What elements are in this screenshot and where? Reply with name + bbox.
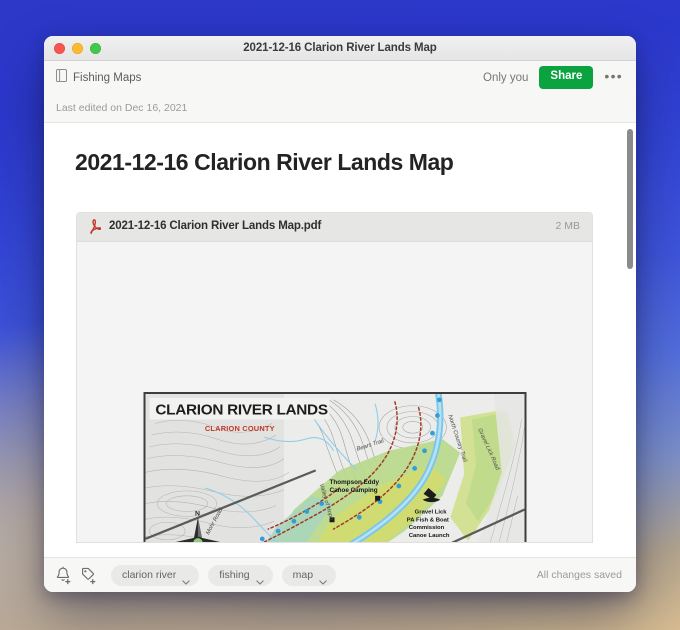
share-button[interactable]: Share bbox=[539, 66, 594, 89]
chevron-down-icon bbox=[255, 572, 264, 585]
app-window: 2021-12-16 Clarion River Lands Map Fishi… bbox=[44, 36, 636, 592]
zoom-button[interactable] bbox=[90, 42, 101, 54]
save-status-label: All changes saved bbox=[536, 569, 622, 581]
breadcrumb[interactable]: Fishing Maps bbox=[56, 68, 142, 87]
desktop-wallpaper: 2021-12-16 Clarion River Lands Map Fishi… bbox=[0, 0, 680, 630]
svg-text:Gravel Lick: Gravel Lick bbox=[414, 509, 447, 515]
window-title: 2021-12-16 Clarion River Lands Map bbox=[243, 42, 437, 54]
bottom-toolbar: clarion river fishing map All changes sa… bbox=[44, 557, 636, 592]
document-scroll-area[interactable]: 2021-12-16 Clarion River Lands Map 2021-… bbox=[44, 123, 636, 557]
bell-plus-icon[interactable] bbox=[55, 566, 72, 585]
document-page-icon bbox=[56, 68, 67, 87]
svg-text:PA Fish & Boat: PA Fish & Boat bbox=[406, 517, 448, 523]
pdf-filename: 2021-12-16 Clarion River Lands Map.pdf bbox=[109, 220, 322, 233]
last-edited-label: Last edited on Dec 16, 2021 bbox=[56, 102, 188, 114]
tag-plus-icon[interactable] bbox=[80, 566, 97, 585]
svg-text:Canoe Camping: Canoe Camping bbox=[329, 487, 377, 494]
vertical-scrollbar[interactable] bbox=[625, 125, 634, 555]
tag-chip-list: clarion river fishing map bbox=[111, 564, 337, 586]
pdf-filesize: 2 MB bbox=[555, 220, 580, 233]
tag-chip-map[interactable]: map bbox=[281, 564, 337, 586]
pdf-preview-page: N CLARION RIVER LANDS CLARION COUNTY Tho… bbox=[77, 241, 592, 542]
svg-text:Commission: Commission bbox=[408, 525, 444, 531]
chevron-down-icon bbox=[319, 572, 327, 585]
toolbar-actions: Only you Share ••• bbox=[483, 66, 623, 89]
app-toolbar: Fishing Maps Only you Share ••• bbox=[44, 61, 636, 94]
scrollbar-thumb[interactable] bbox=[626, 129, 633, 269]
window-titlebar[interactable]: 2021-12-16 Clarion River Lands Map bbox=[44, 36, 636, 61]
map-title-text: CLARION RIVER LANDS bbox=[155, 401, 328, 418]
document-content: 2021-12-16 Clarion River Lands Map 2021-… bbox=[44, 123, 636, 543]
map-image: N CLARION RIVER LANDS CLARION COUNTY Tho… bbox=[143, 391, 526, 542]
window-controls bbox=[44, 42, 101, 54]
tag-chip-clarion-river[interactable]: clarion river bbox=[111, 564, 200, 586]
chevron-down-icon bbox=[182, 572, 191, 585]
tag-chip-fishing[interactable]: fishing bbox=[208, 564, 273, 586]
tag-chip-label: fishing bbox=[219, 568, 250, 581]
close-button[interactable] bbox=[54, 42, 65, 54]
tag-chip-label: clarion river bbox=[122, 568, 177, 581]
page-title: 2021-12-16 Clarion River Lands Map bbox=[75, 149, 454, 175]
map-county-text: CLARION COUNTY bbox=[204, 424, 274, 433]
more-options-button[interactable]: ••• bbox=[604, 69, 623, 87]
svg-text:Canoe Launch: Canoe Launch bbox=[408, 533, 449, 539]
tag-chip-label: map bbox=[292, 568, 314, 581]
breadcrumb-label: Fishing Maps bbox=[73, 71, 142, 84]
privacy-label[interactable]: Only you bbox=[483, 72, 528, 84]
map-graphic: N CLARION RIVER LANDS CLARION COUNTY Tho… bbox=[145, 393, 524, 542]
metadata-row: Last edited on Dec 16, 2021 bbox=[44, 94, 636, 123]
pdf-attachment-card: 2021-12-16 Clarion River Lands Map.pdf 2… bbox=[76, 211, 593, 543]
svg-text:N: N bbox=[194, 510, 199, 517]
pdf-attachment-header[interactable]: 2021-12-16 Clarion River Lands Map.pdf 2… bbox=[77, 212, 592, 242]
pdf-icon bbox=[89, 218, 102, 234]
svg-text:Thompson Eddy: Thompson Eddy bbox=[329, 479, 379, 486]
minimize-button[interactable] bbox=[72, 42, 83, 54]
